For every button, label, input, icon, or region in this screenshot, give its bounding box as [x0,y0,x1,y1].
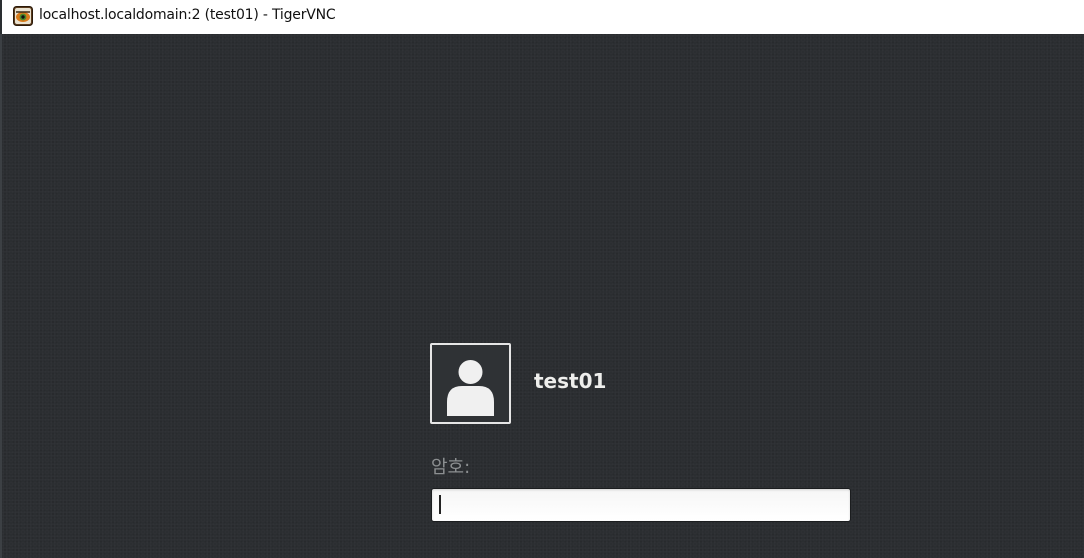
password-label: 암호: [431,457,471,478]
password-field[interactable] [431,488,851,522]
title-bar[interactable]: localhost.localdomain:2 (test01) - Tiger… [0,0,1084,34]
user-avatar-icon [447,360,494,416]
vnc-window: localhost.localdomain:2 (test01) - Tiger… [0,0,1084,558]
window-title: localhost.localdomain:2 (test01) - Tiger… [39,7,336,23]
user-avatar[interactable] [430,343,511,424]
username-label[interactable]: test01 [534,369,606,393]
tigervnc-icon[interactable] [13,6,33,26]
text-cursor [439,495,441,514]
login-screen-background [0,34,1084,558]
